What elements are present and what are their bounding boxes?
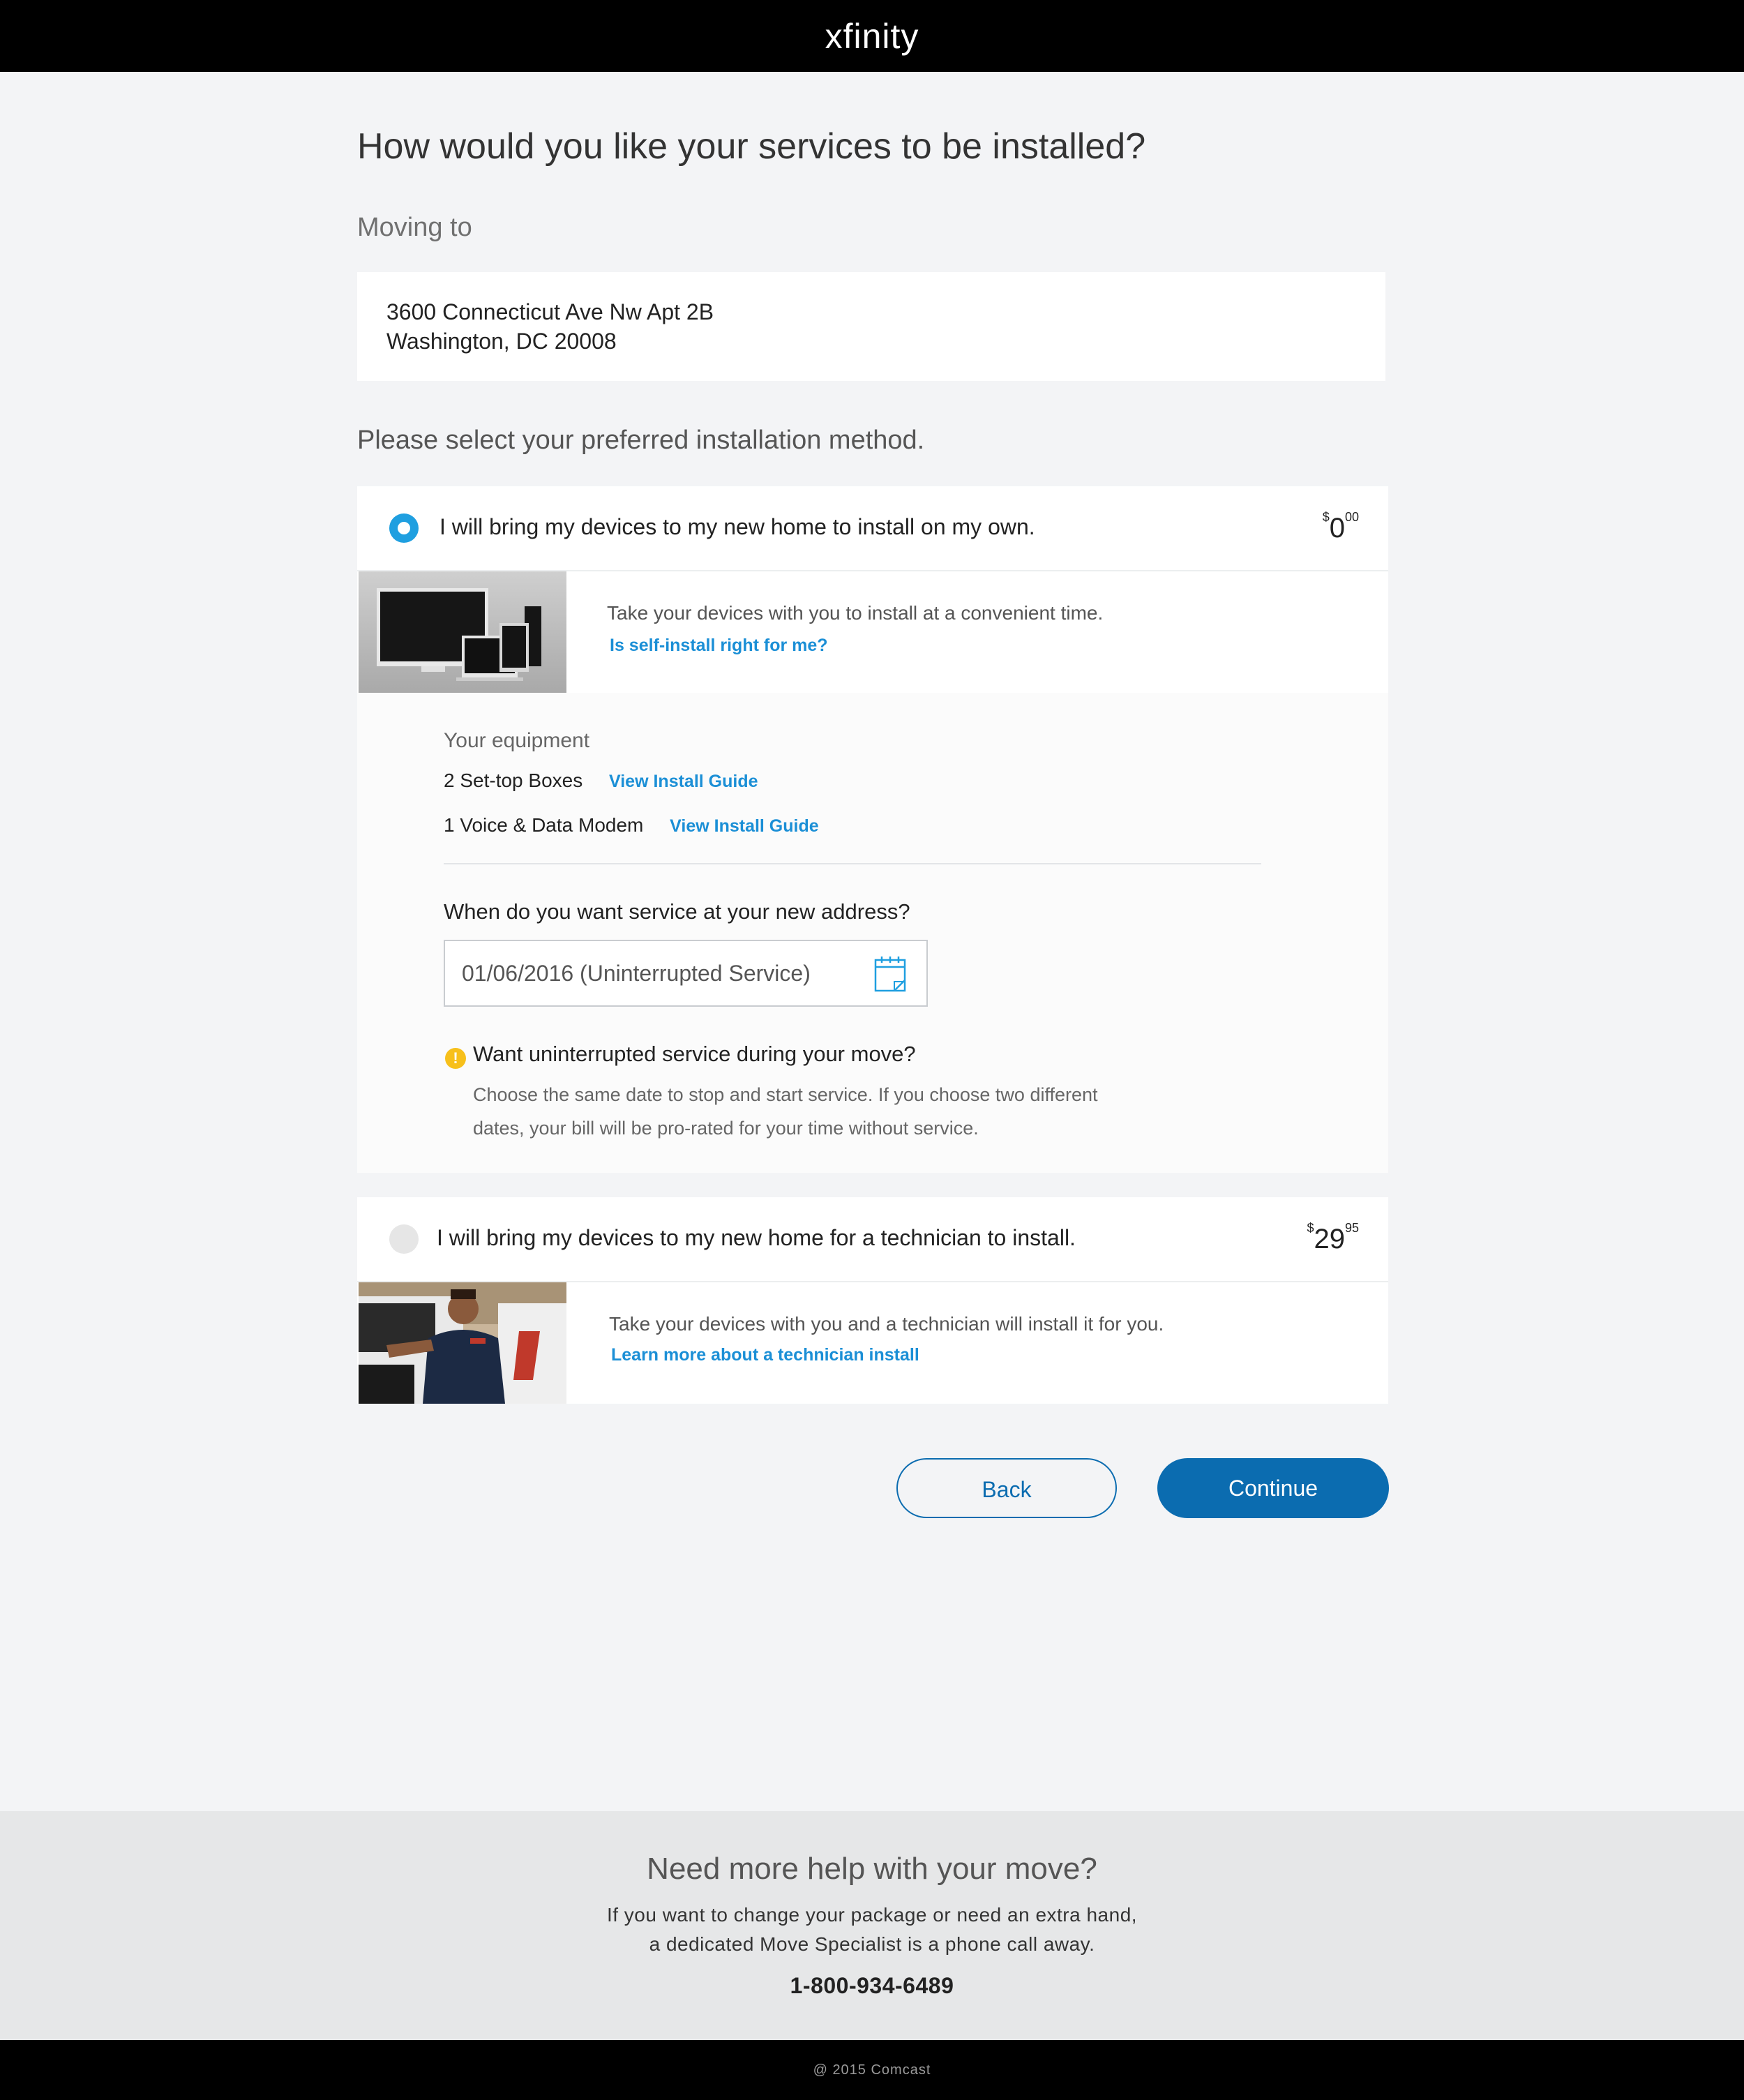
help-phone-number[interactable]: 1-800-934-6489 [0, 1973, 1744, 1999]
service-date-question: When do you want service at your new add… [444, 899, 910, 924]
self-install-description: Take your devices with you to install at… [607, 602, 1104, 624]
technician-install-price: $2995 [1307, 1221, 1359, 1255]
technician-install-card: I will bring my devices to my new home f… [357, 1197, 1388, 1404]
self-install-label[interactable]: I will bring my devices to my new home t… [439, 514, 1035, 540]
price-main: 0 [1329, 513, 1345, 543]
self-install-radio[interactable] [389, 513, 419, 543]
warning-title: Want uninterrupted service during your m… [473, 1042, 916, 1066]
service-date-value[interactable]: 01/06/2016 (Uninterrupted Service) [462, 961, 811, 987]
address-box: 3600 Connecticut Ave Nw Apt 2B Washingto… [357, 272, 1385, 381]
equipment-item: 1 Voice & Data Modem View Install Guide [444, 814, 819, 837]
technician-install-label[interactable]: I will bring my devices to my new home f… [437, 1225, 1076, 1251]
self-install-expanded: Your equipment 2 Set-top Boxes View Inst… [357, 693, 1388, 1173]
page-title: How would you like your services to be i… [357, 126, 1146, 167]
view-install-guide-link[interactable]: View Install Guide [670, 816, 819, 836]
divider [444, 863, 1261, 864]
self-install-info-link[interactable]: Is self-install right for me? [610, 636, 828, 656]
technician-install-radio[interactable] [389, 1224, 419, 1254]
installation-method-label: Please select your preferred installatio… [357, 426, 925, 455]
technician-install-info-link[interactable]: Learn more about a technician install [611, 1345, 919, 1365]
moving-to-label: Moving to [357, 213, 472, 242]
warning-line-1: Choose the same date to stop and start s… [473, 1084, 1098, 1105]
help-text: If you want to change your package or ne… [0, 1900, 1744, 1959]
technician-install-option[interactable]: I will bring my devices to my new home f… [357, 1197, 1388, 1282]
technician-install-details: Take your devices with you and a technic… [357, 1282, 1388, 1404]
self-install-details: Take your devices with you to install at… [357, 571, 1388, 693]
price-currency: $ [1322, 510, 1330, 524]
help-line-2: a dedicated Move Specialist is a phone c… [649, 1933, 1095, 1955]
price-cents: 00 [1344, 510, 1359, 524]
help-section: Need more help with your move? If you wa… [0, 1811, 1744, 2040]
self-install-option[interactable]: I will bring my devices to my new home t… [357, 486, 1388, 571]
equipment-item: 2 Set-top Boxes View Install Guide [444, 770, 758, 792]
warning-line-2: dates, your bill will be pro-rated for y… [473, 1118, 979, 1139]
technician-install-description: Take your devices with you and a technic… [609, 1313, 1164, 1335]
copyright-text: @ 2015 Comcast [813, 2062, 931, 2078]
back-button[interactable]: Back [896, 1458, 1117, 1518]
continue-button[interactable]: Continue [1157, 1458, 1389, 1518]
devices-image [359, 571, 566, 693]
technician-image [359, 1282, 566, 1404]
price-main: 29 [1314, 1224, 1345, 1254]
top-bar: xfinity [0, 0, 1744, 72]
equipment-title: Your equipment [444, 729, 590, 752]
address-line-1: 3600 Connecticut Ave Nw Apt 2B [386, 299, 714, 324]
warning-text: Choose the same date to stop and start s… [473, 1078, 1101, 1145]
service-date-field[interactable]: 01/06/2016 (Uninterrupted Service) [444, 940, 928, 1007]
warning-icon: ! [445, 1048, 466, 1069]
footer: @ 2015 Comcast [0, 2040, 1744, 2100]
calendar-icon[interactable] [873, 955, 907, 996]
help-title: Need more help with your move? [647, 1852, 1097, 1886]
price-currency: $ [1307, 1221, 1314, 1235]
xfinity-logo[interactable]: xfinity [825, 16, 919, 57]
address-line-2: Washington, DC 20008 [386, 329, 617, 354]
equipment-name: 1 Voice & Data Modem [444, 814, 644, 836]
price-cents: 95 [1344, 1221, 1359, 1235]
self-install-card: I will bring my devices to my new home t… [357, 486, 1388, 1173]
equipment-name: 2 Set-top Boxes [444, 770, 583, 791]
help-line-1: If you want to change your package or ne… [606, 1904, 1138, 1926]
self-install-price: $000 [1322, 510, 1359, 544]
view-install-guide-link[interactable]: View Install Guide [609, 772, 758, 791]
